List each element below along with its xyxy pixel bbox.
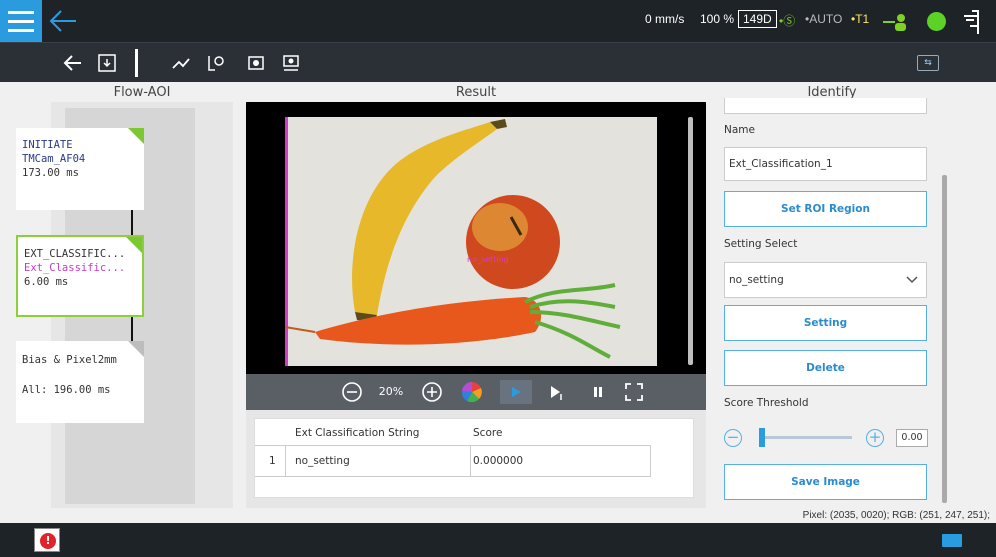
node-corner-marker bbox=[126, 237, 142, 253]
flow-connector bbox=[131, 317, 133, 341]
setting-button[interactable]: Setting bbox=[724, 305, 927, 341]
name-label: Name bbox=[724, 124, 755, 136]
table-header-score: Score bbox=[473, 427, 503, 439]
identify-scrollbar[interactable] bbox=[942, 175, 947, 503]
slider-handle[interactable] bbox=[759, 428, 765, 447]
save-file-icon[interactable] bbox=[96, 52, 118, 74]
alert-button[interactable]: ! bbox=[34, 528, 60, 552]
setting-select-dropdown[interactable]: no_setting bbox=[724, 262, 927, 298]
node-corner-marker bbox=[128, 341, 144, 357]
zoom-in-icon[interactable] bbox=[420, 380, 444, 404]
node-title: INITIATE bbox=[22, 139, 73, 151]
save-image-button[interactable]: Save Image bbox=[724, 464, 927, 500]
mode-t1-indicator: •T1 bbox=[851, 12, 870, 26]
table-row-score: 0.000000 bbox=[473, 455, 524, 467]
robot-status-icon[interactable] bbox=[960, 6, 984, 36]
result-title: Result bbox=[455, 85, 497, 100]
node-time: All: 196.00 ms bbox=[22, 384, 111, 396]
result-table: Ext Classification String Score 1 no_set… bbox=[254, 418, 694, 498]
node-subtitle: TMCam_AF04 bbox=[22, 153, 86, 165]
score-threshold-value[interactable]: 0.00 bbox=[896, 429, 928, 447]
flow-node-bias-pixel2mm[interactable]: Bias & Pixel2mm All: 196.00 ms bbox=[16, 341, 144, 423]
table-header-classification: Ext Classification String bbox=[295, 427, 420, 439]
toolbar: ⇆ bbox=[0, 42, 996, 82]
back-arrow-icon[interactable] bbox=[48, 8, 78, 34]
captured-image: no_setting bbox=[285, 117, 657, 366]
expand-view-icon[interactable]: ⇆ bbox=[917, 55, 939, 71]
roi-overlay-label: no_setting bbox=[467, 255, 509, 264]
keyboard-icon[interactable] bbox=[942, 534, 962, 547]
flow-node-ext-classification[interactable]: EXT_CLASSIFIC... Ext_Classific... 6.00 m… bbox=[16, 235, 144, 317]
play-icon[interactable] bbox=[500, 380, 532, 404]
setting-select-value: no_setting bbox=[729, 274, 784, 286]
node-corner-marker bbox=[128, 128, 144, 144]
chevron-down-icon bbox=[906, 276, 918, 284]
point-locate-icon[interactable] bbox=[205, 52, 227, 74]
color-wheel-icon[interactable] bbox=[460, 380, 484, 404]
top-bar: 0 mm/s 100 % 149D •Ⓢ •AUTO •T1 bbox=[0, 0, 996, 42]
speed-percent: 100 % bbox=[700, 12, 735, 26]
node-subtitle: Ext_Classific... bbox=[24, 262, 126, 274]
back-icon[interactable] bbox=[62, 52, 84, 74]
image-scrollbar[interactable] bbox=[688, 117, 693, 365]
mode-auto-indicator: •AUTO bbox=[805, 12, 843, 26]
decrease-icon[interactable]: − bbox=[724, 429, 742, 447]
pause-icon[interactable] bbox=[586, 380, 610, 404]
hamburger-menu-button[interactable] bbox=[0, 0, 42, 42]
set-roi-region-button[interactable]: Set ROI Region bbox=[724, 191, 927, 227]
table-divider bbox=[470, 445, 471, 477]
flow-node-initiate[interactable]: INITIATE TMCam_AF04 173.00 ms bbox=[16, 128, 144, 210]
camera-settings-icon[interactable] bbox=[245, 52, 267, 74]
toolbar-divider bbox=[135, 49, 138, 77]
table-row-label: no_setting bbox=[295, 455, 350, 467]
bottom-bar: ! bbox=[0, 523, 996, 557]
table-divider bbox=[650, 445, 651, 477]
zoom-out-icon[interactable] bbox=[340, 380, 364, 404]
slider-track[interactable] bbox=[762, 436, 852, 439]
project-code-badge: 149D bbox=[738, 10, 777, 28]
viewer-controls: 20% bbox=[246, 374, 706, 410]
node-title: EXT_CLASSIFIC... bbox=[24, 248, 126, 260]
robot-arm-icon bbox=[883, 14, 906, 31]
trend-icon[interactable] bbox=[170, 52, 192, 74]
status-light-icon bbox=[927, 12, 946, 31]
node-time: 173.00 ms bbox=[22, 167, 79, 179]
table-divider bbox=[255, 476, 650, 477]
score-threshold-slider: − + 0.00 bbox=[724, 428, 928, 448]
mode-s-indicator: •Ⓢ bbox=[779, 14, 796, 28]
name-input[interactable]: Ext_Classification_1 bbox=[724, 147, 927, 181]
flow-aoi-title: Flow-AOI bbox=[113, 85, 171, 100]
pixel-info-readout: Pixel: (2035, 0020); RGB: (251, 247, 251… bbox=[802, 510, 990, 521]
flow-connector bbox=[131, 210, 133, 235]
increase-icon[interactable]: + bbox=[866, 429, 884, 447]
alert-icon: ! bbox=[40, 533, 56, 549]
node-title: Bias & Pixel2mm bbox=[22, 354, 117, 366]
score-threshold-label: Score Threshold bbox=[724, 397, 809, 409]
delete-button[interactable]: Delete bbox=[724, 350, 927, 386]
node-time: 6.00 ms bbox=[24, 276, 69, 288]
table-divider bbox=[285, 445, 286, 477]
table-row-index: 1 bbox=[269, 455, 276, 467]
speed-readout: 0 mm/s bbox=[645, 12, 685, 26]
step-forward-icon[interactable] bbox=[542, 380, 570, 404]
table-divider bbox=[255, 445, 650, 446]
camera-calibrate-icon[interactable] bbox=[280, 52, 302, 74]
clipped-field bbox=[724, 98, 927, 114]
fullscreen-icon[interactable] bbox=[622, 380, 646, 404]
setting-select-label: Setting Select bbox=[724, 238, 798, 250]
zoom-level: 20% bbox=[378, 385, 404, 398]
